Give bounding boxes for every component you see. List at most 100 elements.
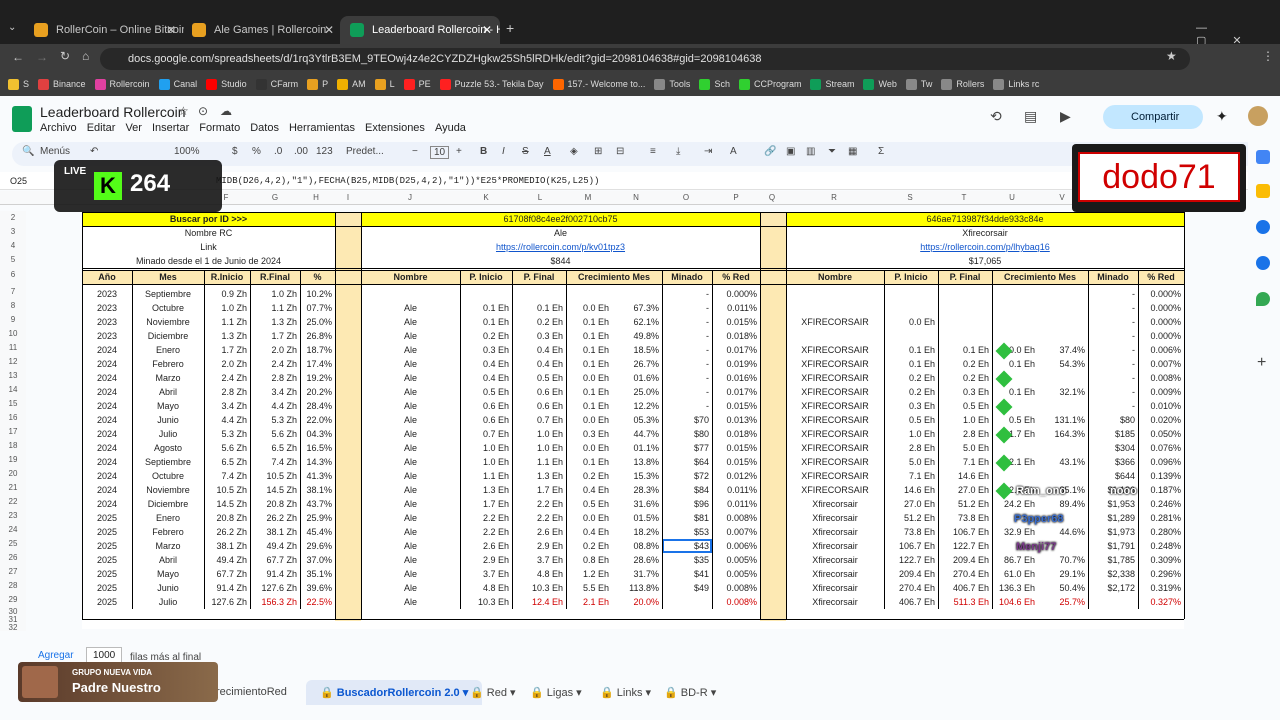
data-cell[interactable]: 0.1 Eh	[992, 385, 1038, 399]
data-cell[interactable]: XFIRECORSAIR	[786, 371, 884, 385]
data-cell[interactable]: 2.2 Eh	[460, 525, 512, 539]
data-cell[interactable]: 20.8 Zh	[250, 497, 300, 511]
data-cell[interactable]: 0.8 Eh	[566, 553, 612, 567]
data-cell[interactable]: Ale	[361, 483, 460, 497]
strikethrough-icon[interactable]: S	[522, 146, 529, 157]
column-header[interactable]: J	[408, 193, 412, 202]
keep-icon[interactable]	[1256, 184, 1270, 198]
data-cell[interactable]: -	[662, 399, 712, 413]
data-cell[interactable]: Xfirecorsair	[786, 525, 884, 539]
data-cell[interactable]: Ale	[361, 329, 460, 343]
bookmark-item[interactable]: AM	[337, 78, 366, 90]
data-cell[interactable]: 20.8 Zh	[204, 511, 250, 525]
data-cell[interactable]: 2024	[82, 413, 132, 427]
cell-reference[interactable]: O25	[10, 172, 27, 190]
data-cell[interactable]: 1.0 Eh	[512, 441, 566, 455]
calendar-icon[interactable]	[1256, 150, 1270, 164]
row-header[interactable]: 17	[0, 427, 26, 436]
data-cell[interactable]: Diciembre	[132, 329, 204, 343]
data-cell[interactable]: 0.2 Eh	[884, 385, 938, 399]
data-cell[interactable]: 0.007%	[1138, 357, 1184, 371]
data-cell[interactable]: 1.7 Eh	[460, 497, 512, 511]
data-cell[interactable]: 2.9 Eh	[512, 539, 566, 553]
data-cell[interactable]: 70.7%	[1038, 553, 1088, 567]
data-cell[interactable]: -	[1088, 371, 1138, 385]
column-header[interactable]: Q	[769, 193, 775, 202]
data-cell[interactable]: Agosto	[132, 441, 204, 455]
data-cell[interactable]: 270.4 Eh	[884, 581, 938, 595]
data-cell[interactable]: Xfirecorsair	[786, 581, 884, 595]
data-cell[interactable]: 73.8 Eh	[884, 525, 938, 539]
column-header[interactable]: L	[538, 193, 542, 202]
data-cell[interactable]: 32.1%	[1038, 385, 1088, 399]
data-cell[interactable]: 14.3%	[300, 455, 335, 469]
data-cell[interactable]: $96	[662, 497, 712, 511]
row-header[interactable]: 11	[0, 343, 26, 352]
data-cell[interactable]: 0.015%	[712, 455, 760, 469]
row-header[interactable]: 7	[0, 287, 26, 296]
row-header[interactable]: 24	[0, 525, 26, 534]
data-cell[interactable]: 91.4 Zh	[204, 581, 250, 595]
data-cell[interactable]: 7.1 Eh	[938, 455, 992, 469]
data-cell[interactable]: 26.2 Zh	[204, 525, 250, 539]
data-cell[interactable]: Ale	[361, 525, 460, 539]
zoom-select[interactable]: 100%	[174, 146, 200, 157]
data-cell[interactable]: Septiembre	[132, 287, 204, 301]
data-cell[interactable]: 39.6%	[300, 581, 335, 595]
data-cell[interactable]: 0.076%	[1138, 441, 1184, 455]
user-name-cell[interactable]: Ale	[361, 226, 760, 240]
data-cell[interactable]: 1.1 Zh	[250, 301, 300, 315]
data-cell[interactable]: 0.7 Eh	[460, 427, 512, 441]
data-cell[interactable]: -	[662, 357, 712, 371]
data-cell[interactable]: 0.011%	[712, 497, 760, 511]
data-cell[interactable]: 0.0 Eh	[566, 413, 612, 427]
data-cell[interactable]: 0.4 Eh	[460, 371, 512, 385]
data-cell[interactable]: 1.0 Zh	[204, 301, 250, 315]
data-cell[interactable]: 1.7 Zh	[204, 343, 250, 357]
data-cell[interactable]: 0.5 Eh	[566, 497, 612, 511]
data-cell[interactable]: XFIRECORSAIR	[786, 483, 884, 497]
data-cell[interactable]: 0.012%	[712, 469, 760, 483]
data-cell[interactable]	[1038, 287, 1088, 301]
profile-link[interactable]: https://rollercoin.com/p/kv01tpz3	[361, 240, 760, 254]
data-cell[interactable]: 104.6 Eh	[992, 595, 1038, 609]
column-header[interactable]: T	[962, 193, 967, 202]
data-cell[interactable]: Junio	[132, 581, 204, 595]
column-header[interactable]: S	[907, 193, 912, 202]
data-cell[interactable]: 32.9 Eh	[992, 525, 1038, 539]
data-cell[interactable]: 51.2 Eh	[884, 511, 938, 525]
menus-search[interactable]: Menús	[40, 146, 70, 157]
menu-editar[interactable]: Editar	[87, 122, 116, 134]
data-cell[interactable]	[938, 301, 992, 315]
data-cell[interactable]: 12.2%	[612, 399, 662, 413]
column-title[interactable]: Nombre	[786, 270, 884, 284]
column-title[interactable]: % Red	[712, 270, 760, 284]
data-cell[interactable]: 0.017%	[712, 385, 760, 399]
data-cell[interactable]: 2.8 Zh	[250, 371, 300, 385]
filter-icon[interactable]: ⏷	[828, 146, 836, 157]
filter-views-icon[interactable]: ▦	[848, 146, 857, 157]
data-cell[interactable]: 29.6%	[300, 539, 335, 553]
data-cell[interactable]	[361, 287, 460, 301]
data-cell[interactable]: 14.6 Eh	[884, 483, 938, 497]
data-cell[interactable]: 04.3%	[300, 427, 335, 441]
bookmark-item[interactable]: Binance	[38, 78, 86, 90]
bookmark-item[interactable]: Sch	[699, 78, 730, 90]
row-header[interactable]: 28	[0, 581, 26, 590]
data-cell[interactable]: 13.8%	[612, 455, 662, 469]
data-cell[interactable]: 0.018%	[712, 329, 760, 343]
row-header[interactable]: 27	[0, 567, 26, 576]
row-header[interactable]: 9	[0, 315, 26, 324]
data-cell[interactable]: 2023	[82, 315, 132, 329]
data-cell[interactable]: 0.1 Eh	[992, 357, 1038, 371]
data-cell[interactable]: 5.0 Eh	[884, 455, 938, 469]
browser-tab-3[interactable]: Leaderboard Rollercoin - Hoja✕	[340, 16, 500, 44]
data-cell[interactable]: 0.1 Eh	[566, 455, 612, 469]
menu-herramientas[interactable]: Herramientas	[289, 122, 355, 134]
comment-icon[interactable]: ▣	[786, 146, 795, 157]
sheets-logo-icon[interactable]	[12, 106, 32, 132]
column-header[interactable]: M	[585, 193, 592, 202]
data-cell[interactable]: Ale	[361, 427, 460, 441]
url-field[interactable]: docs.google.com/spreadsheets/d/1rq3YtlrB…	[100, 48, 1190, 70]
data-cell[interactable]: 86.7 Eh	[992, 553, 1038, 567]
